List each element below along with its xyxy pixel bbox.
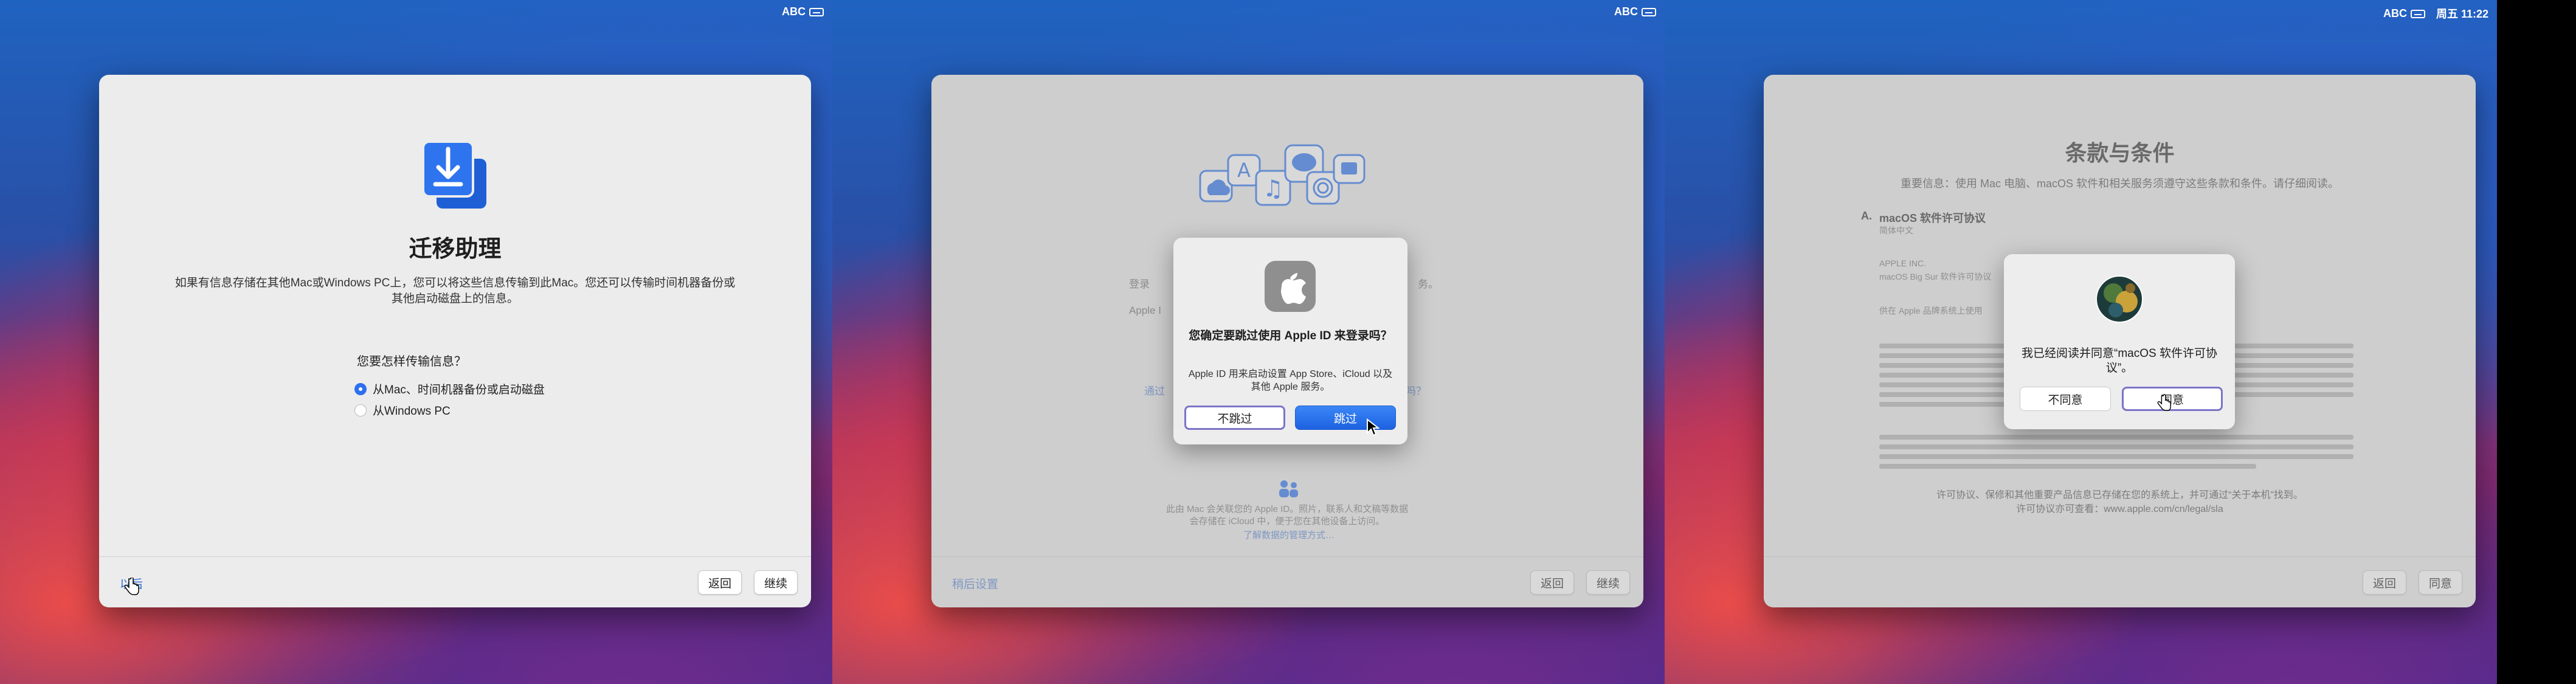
dialog-title: 我已经阅读并同意“macOS 软件许可协议”。 [2022,347,2217,375]
bg-text: 务。 [1418,278,1438,290]
skip-button[interactable]: 跳过 [1295,406,1396,430]
radio-unselected-icon[interactable] [354,404,367,416]
setup-later-link[interactable]: 稍后设置 [952,575,998,592]
screen-terms-conditions: ABC 周五 11:22 条款与条件 重要信息：使用 Mac 电脑、macOS … [1665,0,2497,684]
arrow-cursor-icon [1367,418,1380,437]
bg-link[interactable]: 通过 [1144,382,1165,398]
page-subtitle: 重要信息：使用 Mac 电脑、macOS 软件和相关服务须遵守这些条款和条件。请… [1900,178,2339,190]
apple-logo-icon [1265,261,1316,312]
user-avatar-icon [2096,275,2143,323]
radio-selected-icon[interactable] [354,382,367,395]
window-footer: 以后 返回 继续 [99,556,811,607]
bg-text: Apple I [1129,305,1161,316]
page-description: 如果有信息存储在其他Mac或Windows PC上，您可以将这些信息传输到此Ma… [174,277,736,305]
screen-migration-assistant: ABC 迁移助理 如果有信息存储在其他Mac或Windows PC上，您可以将这… [0,0,832,684]
menubar: ABC 周五 11:22 [2383,5,2488,21]
keyboard-icon [1642,8,1656,16]
back-button[interactable]: 返回 [2362,570,2406,595]
people-icon [1279,480,1298,497]
screen-apple-id-skip: ABC A ♫ 登录 务。 Apple I 通过 吗？ 此由 Mac 会关联您的… [832,0,1665,684]
footer-note: 许可协议、保修和其他重要产品信息已存储在您的系统上，并可通过“关于本机”找到。 [1936,490,2303,500]
menubar-clock[interactable]: 周五 11:22 [2436,5,2488,21]
input-source-indicator[interactable]: ABC [1614,5,1656,18]
svg-text:A: A [1237,159,1251,182]
continue-button[interactable]: 继续 [1586,570,1630,595]
footer-url: 许可协议亦可查看：www.apple.com/cn/legal/sla [2016,504,2223,514]
bg-link[interactable]: 吗？ [1406,382,1426,398]
setup-window: 迁移助理 如果有信息存储在其他Mac或Windows PC上，您可以将这些信息传… [99,75,811,607]
page-title: 迁移助理 [409,237,502,262]
license-agree-dialog: 我已经阅读并同意“macOS 软件许可协议”。 不同意 同意 [2004,254,2235,429]
dialog-title: 您确定要跳过使用 Apple ID 来登录吗？ [1189,330,1392,342]
migration-assistant-icon [422,140,486,209]
hand-cursor-icon [124,578,139,595]
bg-text: 登录 [1129,278,1150,290]
back-button[interactable]: 返回 [697,570,742,595]
disagree-button[interactable]: 不同意 [2020,387,2111,411]
menubar: ABC [782,5,824,18]
section-language: 简体中文 [1879,226,1913,235]
keyboard-icon [809,8,824,16]
skip-apple-id-dialog: 您确定要跳过使用 Apple ID 来登录吗？ Apple ID 用来启动设置 … [1173,238,1407,444]
option-label: 从Mac、时间机器备份或启动磁盘 [373,384,545,396]
hand-cursor-icon [2157,394,2171,411]
keyboard-icon [2410,9,2425,18]
input-source-indicator[interactable]: ABC [2383,7,2425,20]
window-footer: 返回 同意 [1764,556,2476,607]
section-label: A. [1861,210,1872,222]
option-from-mac[interactable]: 从Mac、时间机器备份或启动磁盘 [354,381,545,397]
privacy-text: 此由 Mac 会关联您的 Apple ID。照片，联系人和文稿等数据会存储在 i… [1165,504,1409,527]
dialog-body: Apple ID 用来启动设置 App Store、iCloud 以及其他 Ap… [1188,369,1393,392]
agree-dialog-button[interactable]: 同意 [2122,387,2223,411]
svg-text:♫: ♫ [1263,175,1283,202]
option-label: 从Windows PC [373,405,451,418]
input-source-indicator[interactable]: ABC [782,5,824,18]
agree-button[interactable]: 同意 [2418,570,2462,595]
license-body-prefix: 供在 Apple 品牌系统上使用 [1879,306,1983,316]
transfer-question: 您要怎样传输信息？ [357,355,466,368]
option-from-windows[interactable]: 从Windows PC [354,402,451,418]
window-footer: 稍后设置 返回 继续 [931,556,1643,607]
dont-skip-button[interactable]: 不跳过 [1184,406,1285,430]
page-title: 条款与条件 [2065,140,2175,165]
privacy-link[interactable]: 了解数据的管理方式… [1243,528,1335,541]
apple-services-icon: A ♫ [1199,144,1366,206]
back-button[interactable]: 返回 [1530,570,1574,595]
company-name: APPLE INC. [1879,258,1927,268]
section-title: macOS 软件许可协议 [1879,212,1986,224]
license-name: macOS Big Sur 软件许可协议 [1879,272,1992,282]
continue-button[interactable]: 继续 [753,570,798,595]
menubar: ABC [1614,5,1656,18]
